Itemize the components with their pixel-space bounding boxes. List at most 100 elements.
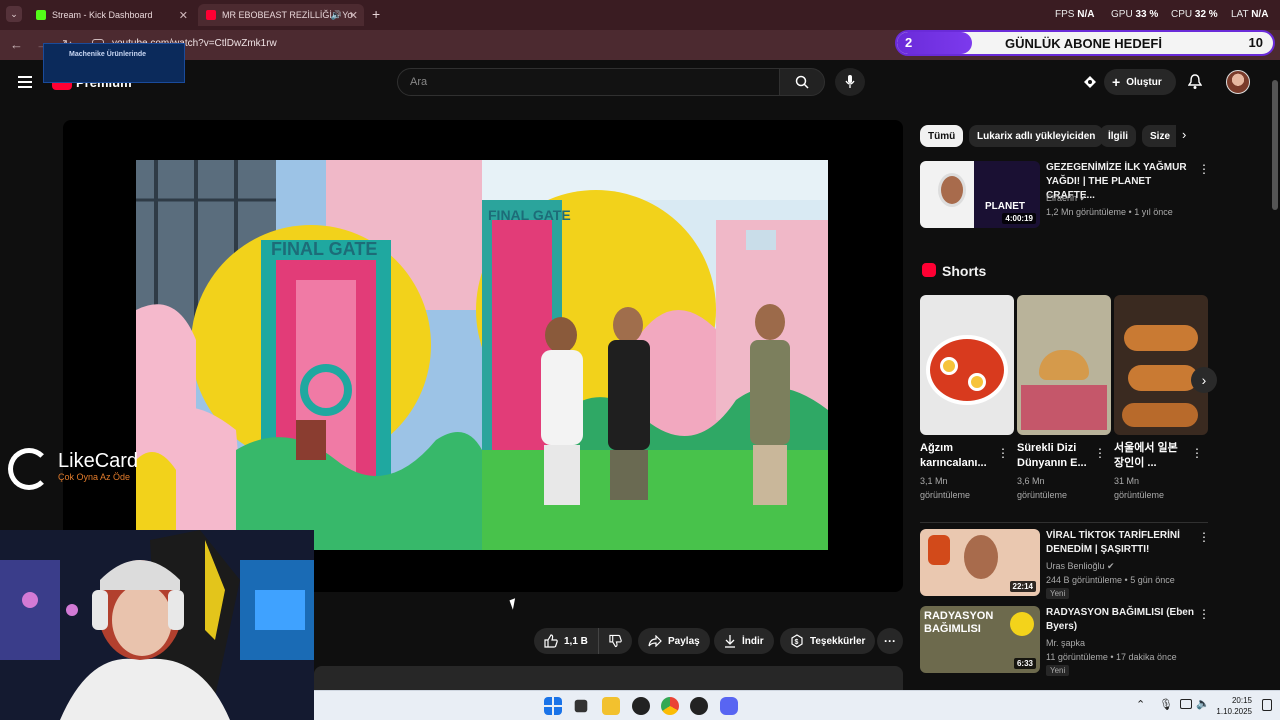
close-tab-icon[interactable]: ✕ — [179, 9, 188, 22]
system-clock[interactable]: 20:15 1.10.2025 — [1216, 695, 1252, 717]
chip-from-uploader[interactable]: Lukarix adlı yükleyiciden — [969, 125, 1104, 147]
more-options-icon[interactable]: ⋮ — [1198, 162, 1210, 176]
recommended-channel[interactable]: Elraenn ✔ — [1046, 193, 1087, 204]
like-button[interactable]: 1,1 B — [534, 628, 598, 654]
thumb-face — [938, 173, 966, 207]
windows-start-icon[interactable] — [544, 697, 562, 715]
scrollbar-thumb[interactable] — [1272, 80, 1278, 210]
file-explorer-icon[interactable] — [602, 697, 620, 715]
sponsor-promo-overlay: Machenike Ürünlerinde — [43, 43, 185, 83]
plus-icon: + — [1112, 74, 1121, 90]
goal-current-count: 2 — [905, 35, 913, 50]
thanks-label: Teşekkürler — [810, 635, 866, 647]
cast-gems-icon[interactable] — [1082, 74, 1098, 90]
notification-center-icon[interactable] — [1262, 699, 1272, 711]
svg-text:FINAL GATE: FINAL GATE — [271, 239, 377, 259]
ramen-bowl — [926, 335, 1008, 405]
more-actions-button[interactable]: ··· — [877, 628, 903, 654]
tab-title: Stream - Kick Dashboard — [52, 10, 153, 20]
discord-icon[interactable] — [720, 697, 738, 715]
page-scrollbar[interactable] — [1270, 60, 1280, 690]
create-label: Oluştur — [1126, 76, 1162, 88]
video-frame: FINAL GATE FINAL GATE — [136, 160, 828, 550]
pastry — [1122, 403, 1198, 427]
back-arrow-icon[interactable]: ← — [10, 37, 23, 52]
voice-search-button[interactable] — [835, 68, 865, 96]
cpu-stat: CPU 32 % — [1171, 9, 1218, 20]
recommended-title[interactable]: RADYASYON BAĞIMLISI (Eben Byers) — [1046, 606, 1194, 634]
webcam-image — [0, 530, 314, 720]
section-divider — [920, 522, 1208, 523]
obs-app-icon[interactable] — [632, 697, 650, 715]
clock-date: 1.10.2025 — [1216, 707, 1252, 716]
volume-icon[interactable]: 🔈 — [1196, 697, 1210, 710]
pastry — [1128, 365, 1198, 391]
short-thumbnail-3[interactable] — [1114, 295, 1208, 435]
more-options-icon[interactable]: ⋮ — [1198, 530, 1210, 544]
chrome-icon[interactable] — [661, 697, 679, 715]
chip-related[interactable]: İlgili — [1100, 125, 1136, 147]
recommended-thumbnail[interactable]: 22:14 — [920, 529, 1040, 596]
verified-icon: ✔ — [1079, 193, 1088, 203]
verified-icon: ✔ — [1107, 561, 1115, 571]
short-thumbnail-2[interactable] — [1017, 295, 1111, 435]
recommended-meta: 1,2 Mn görüntüleme • 1 yıl önce — [1046, 207, 1173, 217]
task-view-icon[interactable] — [574, 699, 588, 713]
tab-youtube-video[interactable]: MR EBOBEAST REZİLLİĞİ. - Yo 🔊 ✕ — [198, 4, 364, 26]
close-tab-icon[interactable]: ✕ — [349, 9, 358, 22]
video-scene-image: FINAL GATE FINAL GATE — [136, 160, 828, 550]
streamer-webcam — [0, 530, 314, 720]
more-horizontal-icon: ··· — [884, 634, 896, 648]
hamburger-menu-icon[interactable] — [18, 76, 32, 88]
short-title-3[interactable]: 서울에서 일본 장인이 ... — [1114, 441, 1184, 471]
audio-playing-icon[interactable]: 🔊 — [331, 10, 342, 21]
gpu-stat: GPU 33 % — [1111, 9, 1159, 20]
dislike-button[interactable] — [598, 628, 632, 654]
thanks-button[interactable]: $ Teşekkürler — [780, 628, 876, 654]
radiation-symbol-icon — [1010, 612, 1034, 636]
notifications-bell-icon[interactable] — [1187, 74, 1203, 95]
chip-all[interactable]: Tümü — [920, 125, 964, 147]
microphone-tray-icon[interactable]: 🎙 — [1159, 698, 1173, 711]
share-button[interactable]: Paylaş — [638, 628, 710, 654]
recommended-thumbnail[interactable]: RADYASYON BAĞIMLISI 6:33 — [920, 606, 1040, 673]
thumbs-down-icon — [609, 634, 622, 648]
likecard-logo-icon — [8, 448, 50, 490]
tab-list-dropdown[interactable]: ⌄ — [6, 6, 22, 22]
fps-stat: FPS N/A — [1055, 9, 1095, 20]
more-options-icon[interactable]: ⋮ — [1094, 446, 1106, 460]
network-icon[interactable] — [1180, 699, 1192, 709]
short-title-1[interactable]: Ağzım karıncalanı... — [920, 441, 990, 471]
tab-kick-dashboard[interactable]: Stream - Kick Dashboard ✕ — [28, 4, 194, 26]
kick-favicon-icon — [36, 10, 46, 20]
recommended-channel[interactable]: Uras Benlioğlu ✔ — [1046, 561, 1115, 572]
chips-next-chevron-icon[interactable]: › — [1182, 127, 1186, 142]
thumbs-up-icon — [544, 634, 558, 648]
more-options-icon[interactable]: ⋮ — [1198, 607, 1210, 621]
download-button[interactable]: İndir — [714, 628, 774, 654]
recommended-title[interactable]: VİRAL TİKTOK TARİFLERİNİ DENEDİM | ŞAŞIR… — [1046, 529, 1194, 557]
shorts-next-button[interactable]: › — [1191, 367, 1217, 393]
share-icon — [648, 635, 662, 647]
short-title-2[interactable]: Sürekli Dizi Dünyanın E... — [1017, 441, 1087, 471]
shorts-heading: Shorts — [942, 263, 987, 279]
more-options-icon[interactable]: ⋮ — [997, 446, 1009, 460]
app-g-icon[interactable] — [690, 697, 708, 715]
short-thumbnail-1[interactable] — [920, 295, 1014, 435]
search-button[interactable] — [779, 68, 825, 96]
account-avatar[interactable] — [1226, 70, 1250, 94]
recommended-channel[interactable]: Mr. şapka — [1046, 638, 1085, 648]
youtube-favicon-icon — [206, 10, 216, 20]
short-views-1: 3,1 Mn görüntüleme — [920, 476, 971, 500]
tray-chevron-icon[interactable]: ⌃ — [1136, 698, 1145, 711]
description-box[interactable] — [314, 666, 903, 690]
download-icon — [725, 635, 735, 648]
more-options-icon[interactable]: ⋮ — [1191, 446, 1203, 460]
video-player[interactable]: FINAL GATE FINAL GATE — [63, 120, 903, 592]
recommended-thumbnail[interactable]: PLANET 4:00:19 — [920, 161, 1040, 228]
create-button[interactable]: + Oluştur — [1104, 69, 1176, 95]
new-tab-button[interactable]: + — [372, 6, 380, 22]
clock-time: 20:15 — [1231, 696, 1252, 705]
chip-for-you[interactable]: Size — [1142, 125, 1176, 147]
search-input[interactable]: Ara — [397, 68, 780, 96]
